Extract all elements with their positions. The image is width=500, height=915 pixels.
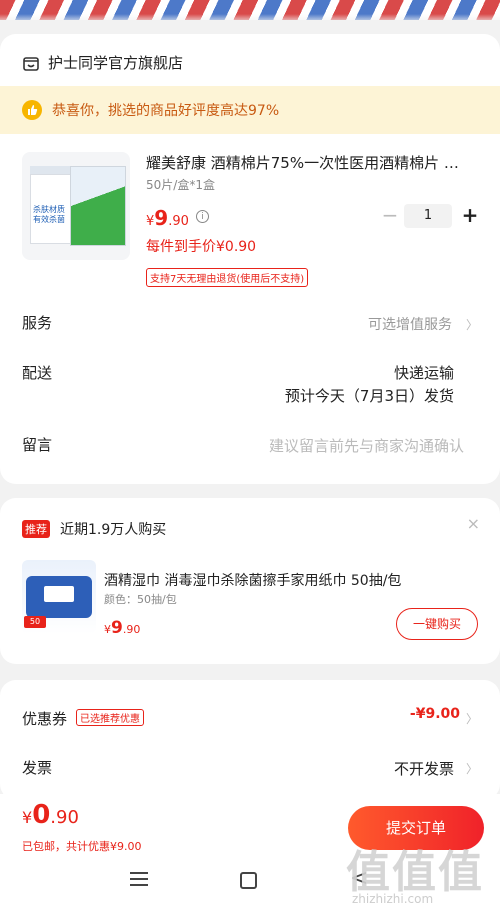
total-price: ¥0.90 xyxy=(22,800,79,830)
one-click-buy-button[interactable]: 一键购买 xyxy=(396,608,478,640)
coupon-label: 优惠券 xyxy=(22,710,68,728)
invoice-chevron-icon[interactable]: 〉 xyxy=(466,760,478,777)
box-top xyxy=(30,166,70,174)
menu-icon[interactable] xyxy=(130,872,148,886)
watermark-url: zhizhizhi.com xyxy=(352,892,434,906)
product-spec: 50片/盒*1盒 xyxy=(146,178,215,192)
note-label: 留言 xyxy=(22,436,53,454)
note-input[interactable]: 建议留言前先与商家沟通确认 xyxy=(269,435,464,456)
quantity-decrease-button[interactable]: − xyxy=(380,205,400,226)
watermark: 值值值 zhizhizhi.com xyxy=(346,836,496,910)
total-currency: ¥ xyxy=(22,808,33,827)
watermark-logo: 值值值 xyxy=(346,847,484,898)
service-value[interactable]: 可选增值服务 xyxy=(368,314,452,334)
recommend-item-spec: 颜色：50抽/包 xyxy=(104,593,177,606)
delivery-eta: 预计今天（7月3日）发货 xyxy=(284,387,454,405)
recommend-title: 近期1.9万人购买 xyxy=(60,522,167,538)
shop-card: 护士同学官方旗舰店 恭喜你，挑选的商品好评度高达97% 杀肤材质 有效杀菌 耀美… xyxy=(0,34,500,484)
product-image[interactable]: 杀肤材质 有效杀菌 xyxy=(22,152,130,260)
close-icon[interactable]: × xyxy=(467,514,480,533)
price-currency: ¥ xyxy=(104,623,111,636)
delivery-label: 配送 xyxy=(22,364,53,382)
delivery-method[interactable]: 快递运输 xyxy=(394,362,454,383)
price-integer: 9 xyxy=(154,206,169,230)
shop-header[interactable]: 护士同学官方旗舰店 xyxy=(22,52,183,73)
total-decimal: .90 xyxy=(50,807,79,828)
price-decimal: .90 xyxy=(122,623,141,636)
pack-badge: 50 xyxy=(24,616,46,628)
store-icon xyxy=(23,56,39,71)
coupon-value[interactable]: -¥9.00 xyxy=(410,706,460,722)
total-integer: 0 xyxy=(32,800,51,830)
box-text: 杀肤材质 有效杀菌 xyxy=(33,205,65,224)
box-side xyxy=(70,166,126,246)
total-note: 已包邮，共计优惠¥9.00 xyxy=(22,840,142,853)
quantity-input[interactable]: 1 xyxy=(404,204,452,228)
recommend-item-image[interactable]: 50 xyxy=(22,560,96,634)
thumbs-up-icon xyxy=(22,100,42,120)
return-policy-tag: 支持7天无理由退货(使用后不支持) xyxy=(146,268,309,287)
invoice-value[interactable]: 不开发票 xyxy=(394,758,454,779)
coupon-card: 优惠券 已选推荐优惠 -¥9.00 〉 发票 不开发票 〉 xyxy=(0,680,500,800)
quantity-increase-button[interactable]: + xyxy=(460,204,480,226)
rating-banner: 恭喜你，挑选的商品好评度高达97% xyxy=(0,86,500,134)
recommend-item-price: ¥9.90 xyxy=(104,618,140,638)
box-front: 杀肤材质 有效杀菌 xyxy=(30,174,74,244)
wipe-pack xyxy=(26,576,92,618)
home-icon[interactable] xyxy=(240,872,257,889)
product-price: ¥9.90 xyxy=(146,206,189,230)
coupon-chevron-icon[interactable]: 〉 xyxy=(466,710,478,727)
service-chevron-icon[interactable]: 〉 xyxy=(466,316,478,333)
shop-name: 护士同学官方旗舰店 xyxy=(48,54,184,72)
info-icon[interactable]: i xyxy=(196,210,209,223)
unit-price: 每件到手价¥0.90 xyxy=(146,239,257,255)
recommend-badge: 推荐 xyxy=(22,520,50,538)
recommend-item-name[interactable]: 酒精湿巾 消毒湿巾杀除菌擦手家用纸巾 50抽/包 xyxy=(104,570,401,590)
banner-text: 恭喜你，挑选的商品好评度高达97% xyxy=(52,103,280,119)
service-label: 服务 xyxy=(22,314,53,332)
invoice-label: 发票 xyxy=(22,759,53,777)
airmail-fade xyxy=(0,14,500,24)
product-title[interactable]: 耀美舒康 酒精棉片75%一次性医用酒精棉片 … xyxy=(146,152,476,173)
coupon-tag: 已选推荐优惠 xyxy=(76,709,144,726)
price-decimal: .90 xyxy=(168,214,189,229)
recommendation-card: 推荐 近期1.9万人购买 × 50 酒精湿巾 消毒湿巾杀除菌擦手家用纸巾 50抽… xyxy=(0,498,500,664)
price-integer: 9 xyxy=(111,618,123,638)
